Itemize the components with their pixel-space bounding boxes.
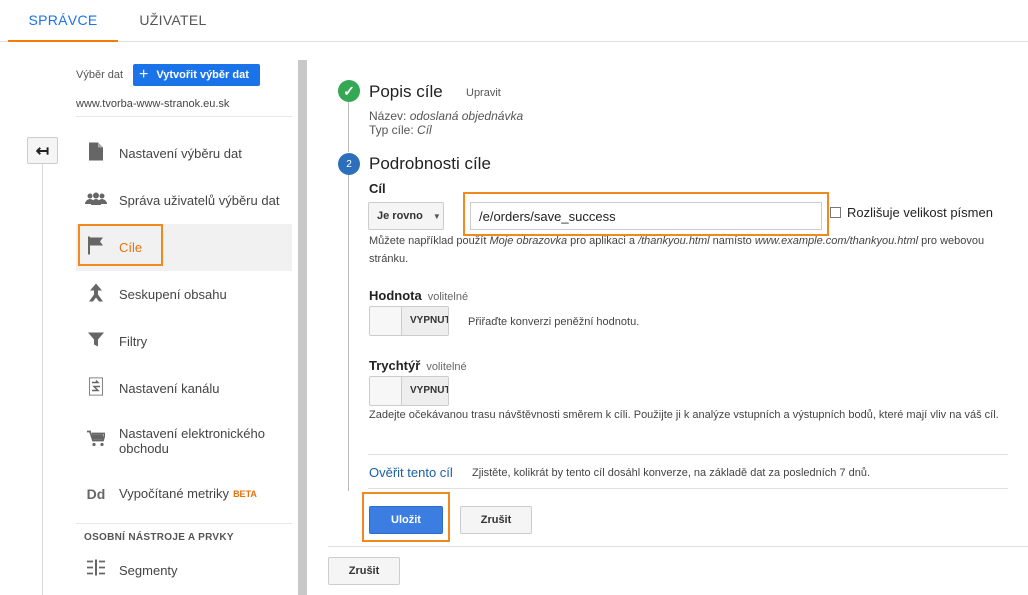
back-arrow-button[interactable]: ↤ — [27, 137, 58, 164]
sidebar-item-calculated-metrics[interactable]: Dd Vypočítané metriky BETA — [76, 470, 292, 517]
verify-goal-link[interactable]: Ověřit tento cíl — [369, 465, 453, 480]
create-view-label: Vytvořit výběr dat — [156, 69, 249, 81]
step-number-badge: 2 — [338, 153, 360, 175]
back-arrow-icon: ↤ — [35, 142, 50, 160]
sidebar-item-filters[interactable]: Filtry — [76, 318, 292, 365]
match-type-select[interactable]: Je rovno ▼ — [368, 202, 444, 230]
case-sensitive-label: Rozlišuje velikost písmen — [847, 205, 993, 220]
sidebar-item-user-management[interactable]: Správa uživatelů výběru dat — [76, 177, 292, 224]
goal-details-title: Podrobnosti cíle — [369, 154, 491, 173]
verify-hint: Zjistěte, kolikrát by tento cíl dosáhl k… — [472, 467, 871, 479]
grouping-icon — [84, 283, 108, 306]
value-toggle[interactable]: VYPNUTO — [369, 306, 449, 336]
sidebar-item-ecommerce-settings[interactable]: Nastavení elektronického obchodu — [76, 412, 292, 470]
hint-example: /thankyou.html — [638, 235, 710, 247]
sidebar-item-label: Nastavení elektronického obchodu — [119, 426, 265, 456]
goal-name-label: Název: — [369, 109, 407, 123]
cancel-button[interactable]: Zrušit — [328, 557, 400, 585]
view-label: Výběr dat — [76, 69, 124, 81]
sidebar: Výběr dat + Vytvořit výběr dat www.tvorb… — [76, 42, 296, 595]
case-sensitive-checkbox[interactable] — [830, 207, 841, 218]
top-tab-bar: SPRÁVCE UŽIVATEL — [0, 0, 1028, 42]
hint-example: Moje obrazovka — [489, 235, 568, 247]
sidebar-item-label: Nastavení kanálu — [119, 381, 220, 396]
channel-icon — [84, 376, 108, 400]
sidebar-item-label: Nastavení výběru dat — [119, 146, 242, 161]
users-icon — [84, 191, 108, 211]
check-icon: ✓ — [338, 80, 360, 102]
dd-icon: Dd — [86, 485, 106, 502]
goal-type-label: Typ cíle: — [369, 123, 414, 137]
divider — [328, 546, 1028, 547]
step-connector — [348, 102, 349, 152]
document-icon — [84, 142, 108, 165]
value-label: Hodnota volitelné — [369, 288, 468, 303]
goal-description-title: Popis cíle — [369, 82, 443, 101]
sidebar-scrollbar[interactable] — [298, 60, 307, 595]
sidebar-item-channel-settings[interactable]: Nastavení kanálu — [76, 365, 292, 412]
goal-type: Typ cíle: Cíl — [369, 123, 432, 137]
match-type-value: Je rovno — [377, 210, 423, 222]
segments-icon — [84, 559, 108, 581]
section-label: OSOBNÍ NÁSTROJE A PRVKY — [76, 523, 292, 551]
tab-user[interactable]: UŽIVATEL — [118, 0, 228, 42]
hint-example: www.example.com/thankyou.html — [754, 235, 919, 247]
funnel-toggle[interactable]: VYPNUTO — [369, 376, 449, 406]
goal-editor: ✓ Popis cíle Upravit Název: odoslaná obj… — [328, 60, 1028, 595]
toggle-knob — [370, 377, 402, 405]
sidebar-item-label: Filtry — [119, 334, 148, 349]
hint-text: Můžete například použít — [369, 235, 490, 247]
cancel-details-button[interactable]: Zrušit — [460, 506, 532, 534]
sidebar-item-segments[interactable]: Segmenty — [76, 551, 292, 589]
hint-text: namísto — [709, 235, 755, 247]
value-hint: Přiřaďte konverzi peněžní hodnotu. — [468, 316, 640, 328]
destination-label: Cíl — [369, 181, 386, 196]
cart-icon — [84, 430, 108, 452]
optional-tag: volitelné — [426, 361, 467, 373]
rail-line — [42, 164, 43, 595]
edit-link[interactable]: Upravit — [466, 87, 501, 99]
sidebar-item-label: Vypočítané metriky — [119, 486, 230, 501]
toggle-state: VYPNUTO — [410, 315, 448, 326]
tab-admin[interactable]: SPRÁVCE — [8, 0, 118, 42]
sidebar-item-view-settings[interactable]: Nastavení výběru dat — [76, 130, 292, 177]
site-name: www.tvorba-www-stranok.eu.sk — [76, 98, 292, 117]
hint-text: pro aplikaci a — [567, 235, 639, 247]
goals-highlight — [78, 224, 163, 266]
funnel-label-text: Trychtýř — [369, 358, 421, 373]
destination-hint: Můžete například použít Moje obrazovka p… — [369, 232, 1019, 268]
funnel-label: Trychtýř volitelné — [369, 358, 467, 373]
divider — [368, 488, 1008, 489]
step-connector — [348, 175, 349, 491]
create-view-button[interactable]: + Vytvořit výběr dat — [133, 64, 260, 86]
goal-name-value: odoslaná objednávka — [409, 109, 524, 123]
toggle-state: VYPNUTO — [410, 385, 448, 396]
sidebar-item-label: Segmenty — [119, 562, 178, 578]
filter-icon — [84, 331, 108, 352]
goal-type-value: Cíl — [417, 123, 432, 137]
optional-tag: volitelné — [427, 291, 469, 303]
funnel-hint: Zadejte očekávanou trasu návštěvnosti sm… — [369, 409, 999, 421]
value-label-text: Hodnota — [369, 288, 422, 303]
beta-badge: BETA — [233, 488, 257, 499]
sidebar-item-content-grouping[interactable]: Seskupení obsahu — [76, 271, 292, 318]
divider — [368, 454, 1008, 455]
toggle-knob — [370, 307, 402, 335]
sidebar-item-label: Správa uživatelů výběru dat — [119, 193, 280, 208]
sidebar-item-label: Seskupení obsahu — [119, 287, 227, 302]
save-button[interactable]: Uložit — [369, 506, 443, 534]
destination-input[interactable] — [470, 202, 822, 230]
sidebar-nav: Nastavení výběru dat Správa uživatelů vý… — [76, 130, 292, 589]
left-rail — [0, 42, 76, 595]
goal-name: Název: odoslaná objednávka — [369, 109, 523, 123]
chevron-down-icon: ▼ — [432, 211, 441, 221]
plus-icon: + — [139, 66, 149, 83]
